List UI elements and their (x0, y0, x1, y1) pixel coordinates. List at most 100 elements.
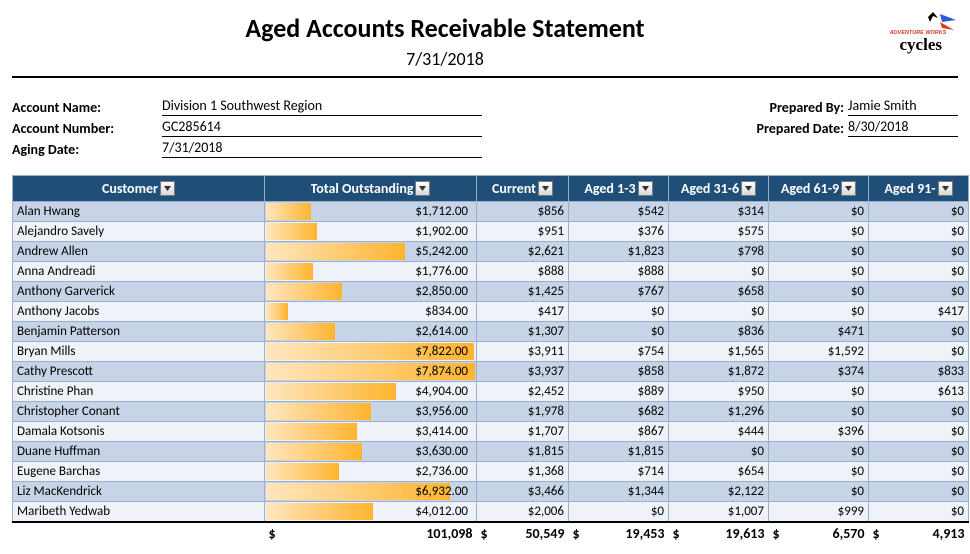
cell-a61: $0 (769, 222, 869, 242)
cell-customer: Anthony Jacobs (13, 302, 265, 322)
cell-a91: $0 (869, 322, 969, 342)
cell-customer: Liz MacKendrick (13, 482, 265, 502)
cell-total: $7,822.00 (265, 342, 477, 362)
cell-a31: $950 (669, 382, 769, 402)
col-header-aged-91: Aged 91- (869, 176, 969, 202)
cell-current: $2,452 (477, 382, 569, 402)
cell-total: $3,414.00 (265, 422, 477, 442)
cell-a61: $0 (769, 282, 869, 302)
cell-a61: $1,592 (769, 342, 869, 362)
cell-a91: $0 (869, 502, 969, 522)
account-name-label: Account Name: (12, 99, 162, 116)
cell-a31: $2,122 (669, 482, 769, 502)
filter-icon[interactable] (538, 181, 553, 196)
cell-a31: $798 (669, 242, 769, 262)
cell-customer: Eugene Barchas (13, 462, 265, 482)
table-row: Alan Hwang$1,712.00$856$542$314$0$0 (13, 202, 969, 222)
col-header-total: Total Outstanding (265, 176, 477, 202)
cell-a31: $658 (669, 282, 769, 302)
table-row: Damala Kotsonis$3,414.00$1,707$867$444$3… (13, 422, 969, 442)
cell-a61: $0 (769, 202, 869, 222)
table-row: Anna Andreadi$1,776.00$888$888$0$0$0 (13, 262, 969, 282)
table-row: Cathy Prescott$7,874.00$3,937$858$1,872$… (13, 362, 969, 382)
cell-total: $4,904.00 (265, 382, 477, 402)
filter-icon[interactable] (841, 181, 856, 196)
cell-total: $2,736.00 (265, 462, 477, 482)
cell-a61: $374 (769, 362, 869, 382)
cell-a61: $0 (769, 302, 869, 322)
cell-a31: $1,007 (669, 502, 769, 522)
cell-a61: $0 (769, 402, 869, 422)
table-row: Eugene Barchas$2,736.00$1,368$714$654$0$… (13, 462, 969, 482)
cell-total: $834.00 (265, 302, 477, 322)
cell-customer: Alan Hwang (13, 202, 265, 222)
cell-a31: $1,565 (669, 342, 769, 362)
cell-a61: $0 (769, 242, 869, 262)
cell-current: $1,368 (477, 462, 569, 482)
filter-icon[interactable] (638, 181, 653, 196)
filter-icon[interactable] (741, 181, 756, 196)
table-row: Liz MacKendrick$6,932.00$3,466$1,344$2,1… (13, 482, 969, 502)
table-row: Bryan Mills$7,822.00$3,911$754$1,565$1,5… (13, 342, 969, 362)
cell-a1: $754 (569, 342, 669, 362)
account-name-value: Division 1 Southwest Region (162, 96, 482, 116)
cell-a91: $0 (869, 202, 969, 222)
cell-a61: $471 (769, 322, 869, 342)
cell-current: $3,911 (477, 342, 569, 362)
aging-date-value: 7/31/2018 (162, 138, 482, 158)
cell-a61: $0 (769, 382, 869, 402)
cell-customer: Cathy Prescott (13, 362, 265, 382)
svg-text:cycles: cycles (900, 35, 943, 54)
cell-a31: $575 (669, 222, 769, 242)
cell-a91: $0 (869, 262, 969, 282)
cell-a31: $836 (669, 322, 769, 342)
cell-a1: $714 (569, 462, 669, 482)
cell-total: $1,776.00 (265, 262, 477, 282)
table-row: Andrew Allen$5,242.00$2,621$1,823$798$0$… (13, 242, 969, 262)
table-row: Duane Huffman$3,630.00$1,815$1,815$0$0$0 (13, 442, 969, 462)
col-header-aged-1: Aged 1-3 (569, 176, 669, 202)
total-a61: 6,570 (787, 525, 865, 542)
cell-a91: $0 (869, 482, 969, 502)
col-header-current: Current (477, 176, 569, 202)
cell-a61: $0 (769, 262, 869, 282)
total-a31: 19,613 (687, 525, 765, 542)
cell-a1: $767 (569, 282, 669, 302)
cell-current: $951 (477, 222, 569, 242)
cell-customer: Damala Kotsonis (13, 422, 265, 442)
cell-a1: $0 (569, 502, 669, 522)
cell-total: $2,614.00 (265, 322, 477, 342)
filter-icon[interactable] (160, 181, 175, 196)
cell-a91: $833 (869, 362, 969, 382)
cell-current: $856 (477, 202, 569, 222)
cell-current: $3,937 (477, 362, 569, 382)
prepared-by-value: Jamie Smith (848, 96, 958, 116)
filter-icon[interactable] (938, 181, 953, 196)
cell-a91: $0 (869, 282, 969, 302)
cell-a61: $396 (769, 422, 869, 442)
table-row: Benjamin Patterson$2,614.00$1,307$0$836$… (13, 322, 969, 342)
prepared-date-value: 8/30/2018 (848, 117, 958, 137)
cell-customer: Christopher Conant (13, 402, 265, 422)
cell-a91: $0 (869, 222, 969, 242)
cell-a1: $1,815 (569, 442, 669, 462)
prepared-by-label: Prepared By: (728, 99, 848, 116)
cell-a1: $1,823 (569, 242, 669, 262)
cell-a91: $0 (869, 422, 969, 442)
col-header-customer: Customer (13, 176, 265, 202)
cell-a1: $376 (569, 222, 669, 242)
cell-total: $2,850.00 (265, 282, 477, 302)
cell-customer: Duane Huffman (13, 442, 265, 462)
prepared-date-label: Prepared Date: (728, 120, 848, 137)
table-row: Maribeth Yedwab$4,012.00$2,006$0$1,007$9… (13, 502, 969, 522)
currency-symbol: $ (269, 525, 283, 542)
col-header-aged-31: Aged 31-6 (669, 176, 769, 202)
cell-customer: Maribeth Yedwab (13, 502, 265, 522)
meta-section: Account Name: Division 1 Southwest Regio… (12, 96, 958, 158)
filter-icon[interactable] (415, 181, 430, 196)
cell-a61: $0 (769, 462, 869, 482)
table-row: Anthony Garverick$2,850.00$1,425$767$658… (13, 282, 969, 302)
cell-a91: $417 (869, 302, 969, 322)
cell-a31: $314 (669, 202, 769, 222)
cell-a61: $0 (769, 442, 869, 462)
